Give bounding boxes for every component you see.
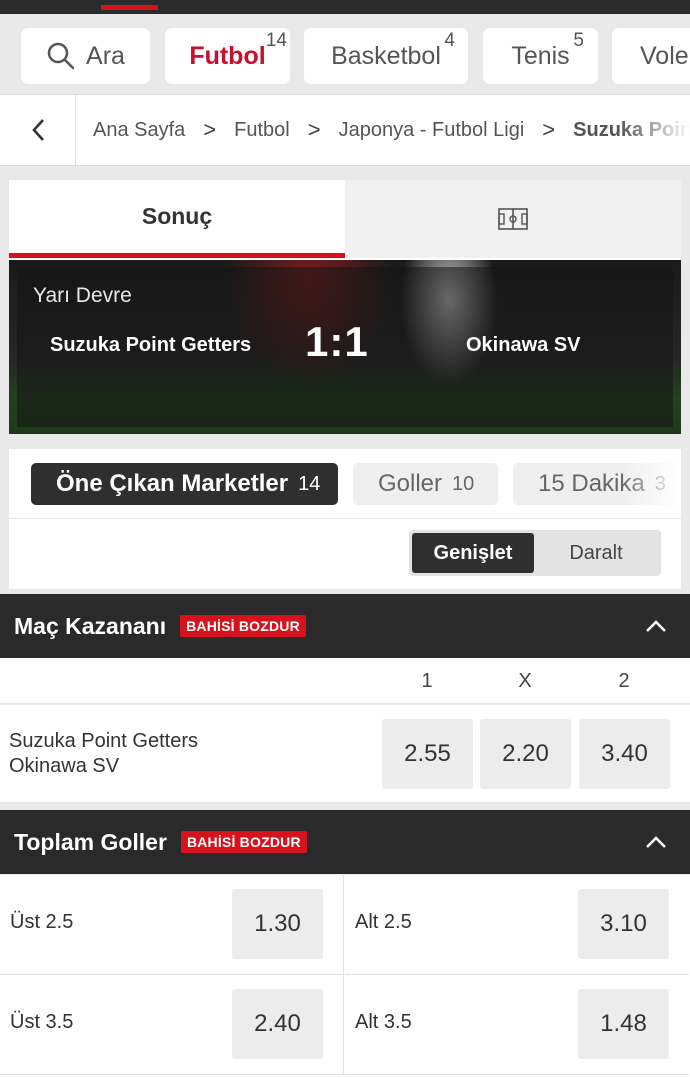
match-teams: Suzuka Point Getters Okinawa SV (9, 729, 198, 779)
breadcrumb-separator: > (542, 117, 556, 142)
breadcrumb: Ana Sayfa > Futbol > Japonya - Futbol Li… (0, 94, 690, 166)
tab-basketbol[interactable]: Basketbol 4 (304, 28, 468, 84)
match-winner-title: Maç Kazananı (14, 612, 167, 639)
column-draw: X (518, 670, 532, 692)
column-away: 2 (618, 670, 630, 692)
odd-draw[interactable]: 2.20 (480, 719, 571, 789)
market-tab-featured-count: 14 (298, 472, 321, 495)
breadcrumb-home[interactable]: Ana Sayfa (93, 119, 185, 142)
tab-futbol-count: 14 (265, 30, 287, 51)
under-3-5-label: Alt 3.5 (355, 1011, 412, 1033)
pitch-icon (498, 208, 528, 230)
home-team-name: Suzuka Point Getters (50, 334, 252, 356)
tab-tenis-label: Tenis (511, 41, 570, 70)
market-tab-goals[interactable]: Goller 10 (353, 463, 498, 505)
team-2: Okinawa SV (9, 755, 120, 777)
under-2-5-cell: Alt 2.5 3.10 (345, 875, 689, 975)
breadcrumb-futbol[interactable]: Futbol (234, 119, 290, 142)
away-team-name: Okinawa SV (466, 334, 581, 356)
tab-tenis-count: 5 (573, 30, 584, 51)
odd-under-3-5[interactable]: 1.48 (578, 989, 669, 1059)
match-status: Yarı Devre (33, 284, 132, 307)
match-winner-header[interactable]: Maç Kazananı BAHİSİ BOZDUR (0, 594, 690, 658)
market-tab-featured[interactable]: Öne Çıkan Marketler 14 (31, 463, 338, 505)
tab-basketbol-count: 4 (444, 30, 455, 51)
tab-basketbol-label: Basketbol (331, 41, 441, 70)
match-score: 1:1 (305, 318, 369, 365)
tab-voleybol-label: Vole (640, 41, 689, 70)
odd-over-2-5[interactable]: 1.30 (232, 889, 323, 959)
breadcrumb-trail: Ana Sayfa > Futbol > Japonya - Futbol Li… (93, 95, 690, 165)
market-filter-panel: Öne Çıkan Marketler 14 Goller 10 15 Daki… (9, 449, 681, 589)
expand-collapse-toggle: Genişlet Daralt (409, 530, 661, 576)
under-2-5-label: Alt 2.5 (355, 911, 412, 933)
column-home: 1 (421, 670, 433, 692)
breadcrumb-separator: > (203, 117, 217, 142)
divider (9, 518, 681, 519)
match-hero-banner: Yarı Devre Suzuka Point Getters 1:1 Okin… (9, 260, 681, 434)
cashout-badge: BAHİSİ BOZDUR (180, 615, 306, 637)
tab-futbol-label: Futbol (189, 41, 266, 70)
search-label: Ara (86, 41, 125, 70)
market-tab-goals-label: Goller (378, 470, 443, 497)
breadcrumb-league[interactable]: Japonya - Futbol Ligi (339, 119, 525, 142)
match-winner-row: Suzuka Point Getters Okinawa SV 2.55 2.2… (0, 705, 690, 802)
under-3-5-cell: Alt 3.5 1.48 (345, 975, 689, 1075)
top-status-bar (0, 0, 690, 14)
tab-result[interactable]: Sonuç (9, 180, 345, 258)
odd-home[interactable]: 2.55 (382, 719, 473, 789)
chevron-up-icon[interactable] (642, 612, 670, 640)
search-icon (47, 42, 75, 70)
total-goals-header[interactable]: Toplam Goller BAHİSİ BOZDUR (0, 810, 690, 874)
search-button[interactable]: Ara (21, 28, 150, 84)
back-button[interactable] (0, 95, 76, 165)
market-tab-featured-label: Öne Çıkan Marketler (56, 470, 289, 497)
team-1: Suzuka Point Getters (9, 730, 198, 752)
odd-under-2-5[interactable]: 3.10 (578, 889, 669, 959)
tab-result-label: Sonuç (141, 203, 213, 229)
match-winner-columns: 1 X 2 (0, 658, 690, 704)
over-3-5-cell: Üst 3.5 2.40 (0, 975, 344, 1075)
breadcrumb-fade (620, 95, 690, 165)
over-2-5-cell: Üst 2.5 1.30 (0, 875, 344, 975)
sports-tab-bar: Ara Futbol 14 Basketbol 4 Tenis 5 Vole (0, 14, 690, 94)
total-goals-title-wrap: Toplam Goller BAHİSİ BOZDUR (14, 810, 307, 874)
odd-away[interactable]: 3.40 (579, 719, 670, 789)
expand-button[interactable]: Genişlet (412, 533, 534, 573)
market-tabs-fade (621, 459, 681, 511)
total-goals-title: Toplam Goller (14, 828, 167, 855)
tab-tenis[interactable]: Tenis 5 (483, 28, 598, 84)
odd-over-3-5[interactable]: 2.40 (232, 989, 323, 1059)
over-2-5-label: Üst 2.5 (10, 911, 74, 933)
chevron-up-icon[interactable] (642, 828, 670, 856)
breadcrumb-separator: > (307, 117, 321, 142)
scorecard: Sonuç Yarı Devre Suzuka Point Getters 1:… (9, 180, 681, 434)
chevron-left-icon (31, 119, 44, 141)
tab-futbol[interactable]: Futbol 14 (165, 28, 290, 84)
collapse-button[interactable]: Daralt (534, 533, 658, 573)
cashout-badge: BAHİSİ BOZDUR (180, 831, 307, 853)
total-goals-grid: Üst 2.5 1.30 Alt 2.5 3.10 Üst 3.5 2.40 A… (0, 875, 690, 1078)
active-indicator (101, 5, 158, 10)
tab-field-view[interactable] (345, 180, 681, 258)
over-3-5-label: Üst 3.5 (10, 1011, 74, 1033)
market-tab-goals-count: 10 (452, 472, 475, 495)
match-winner-title-wrap: Maç Kazananı BAHİSİ BOZDUR (14, 594, 306, 658)
tab-voleybol[interactable]: Vole (612, 28, 690, 84)
